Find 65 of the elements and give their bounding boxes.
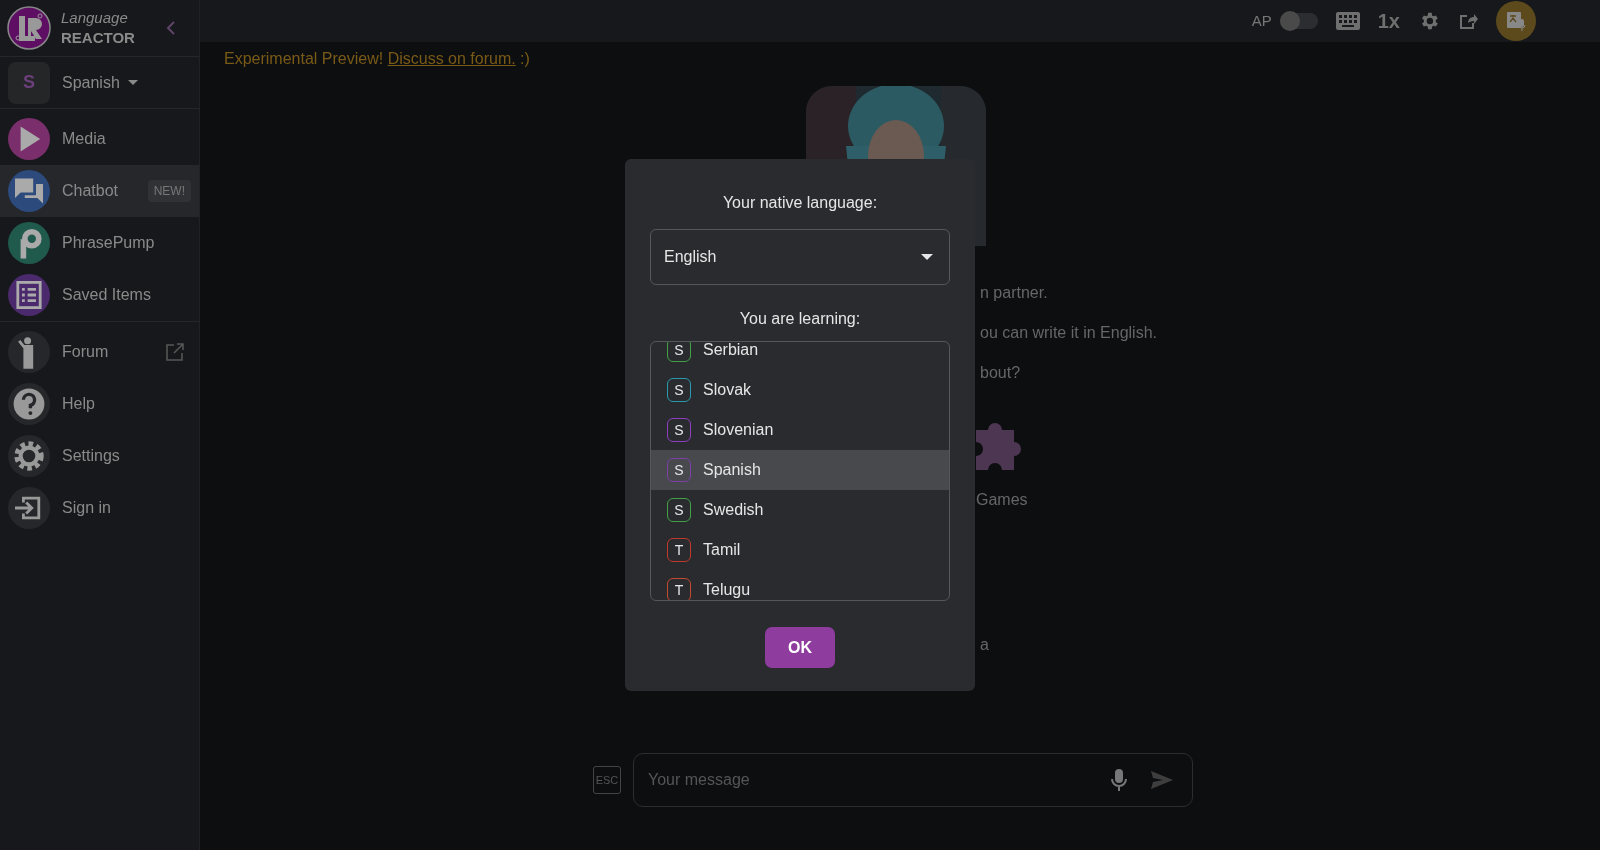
language-option[interactable]: T Telugu bbox=[651, 570, 949, 600]
language-letter: S bbox=[667, 498, 691, 522]
nav-item[interactable]: PhrasePump bbox=[0, 217, 199, 269]
nav-item[interactable]: Settings bbox=[0, 430, 199, 482]
translator-button[interactable] bbox=[1496, 1, 1536, 41]
logo-text: Language bbox=[61, 8, 129, 28]
language-option[interactable]: S Serbian bbox=[651, 342, 949, 370]
chat-icon bbox=[8, 170, 50, 212]
language-letter: S bbox=[667, 342, 691, 362]
list-icon bbox=[8, 274, 50, 316]
language-letter: S bbox=[8, 61, 50, 104]
language-letter: S bbox=[667, 378, 691, 402]
nav-item[interactable]: Help bbox=[0, 378, 199, 430]
forum-link[interactable]: Discuss on forum. bbox=[387, 50, 516, 67]
language-option[interactable]: S Slovenian bbox=[651, 410, 949, 450]
language-name: Slovak bbox=[703, 380, 752, 400]
language-option[interactable]: S Swedish bbox=[651, 490, 949, 530]
dialog-label: Your native language: bbox=[722, 193, 878, 213]
caret-icon bbox=[921, 253, 933, 261]
language-name: Telugu bbox=[703, 580, 751, 600]
language-name: Slovenian bbox=[703, 420, 774, 440]
nav-item[interactable]: Sign in bbox=[0, 482, 199, 534]
settings-icon bbox=[8, 435, 50, 477]
dialog-label: You are learning: bbox=[739, 309, 861, 329]
caret-icon bbox=[127, 79, 138, 86]
pump-icon bbox=[8, 222, 50, 264]
autopause-label: AP bbox=[1251, 10, 1272, 31]
games-label: Games bbox=[976, 490, 1028, 510]
native-language-dropdown[interactable]: English bbox=[650, 229, 950, 285]
language-letter: S bbox=[667, 458, 691, 482]
background-text: n partner. bbox=[980, 283, 1049, 303]
collapse-icon[interactable] bbox=[166, 20, 176, 36]
nav-item[interactable]: Chatbot NEW! bbox=[0, 165, 199, 217]
language-letter: T bbox=[667, 538, 691, 562]
microphone-icon[interactable] bbox=[1111, 768, 1127, 792]
external-link-icon bbox=[165, 342, 185, 362]
language-name: Spanish bbox=[703, 460, 761, 480]
language-option[interactable]: S Spanish bbox=[651, 450, 949, 490]
language-name: Swedish bbox=[703, 500, 764, 520]
sign-in-icon bbox=[8, 487, 50, 529]
help-icon bbox=[8, 383, 50, 425]
nav-item[interactable]: Media bbox=[0, 113, 199, 165]
logo-text: REACTOR bbox=[61, 28, 135, 48]
language-name: Serbian bbox=[703, 342, 759, 360]
keyboard-icon[interactable] bbox=[1335, 12, 1360, 30]
new-badge: NEW! bbox=[147, 180, 191, 202]
language-option[interactable]: T Tamil bbox=[651, 530, 949, 570]
background-text: ou can write it in English. bbox=[980, 323, 1157, 343]
language-letter: S bbox=[667, 418, 691, 442]
nav-item[interactable]: Saved Items bbox=[0, 269, 199, 321]
person-icon bbox=[8, 331, 50, 373]
play-icon bbox=[8, 118, 50, 160]
background-text: a bbox=[980, 635, 989, 655]
language-option[interactable]: S Slovak bbox=[651, 370, 949, 410]
nav-item[interactable]: Forum bbox=[0, 326, 199, 378]
preview-notice: Experimental Preview! Discuss on forum. :) bbox=[224, 50, 530, 67]
ok-button[interactable]: OK bbox=[765, 627, 835, 668]
translate-icon bbox=[1505, 10, 1527, 32]
background-text: bout? bbox=[980, 363, 1022, 383]
language-selector[interactable]: S Spanish bbox=[0, 57, 199, 109]
language-name: Tamil bbox=[703, 540, 741, 560]
speed-button[interactable]: 1x bbox=[1377, 6, 1400, 36]
autopause-toggle[interactable] bbox=[1279, 13, 1318, 29]
message-field[interactable]: Your message bbox=[633, 753, 1193, 807]
logo-icon bbox=[7, 6, 51, 50]
